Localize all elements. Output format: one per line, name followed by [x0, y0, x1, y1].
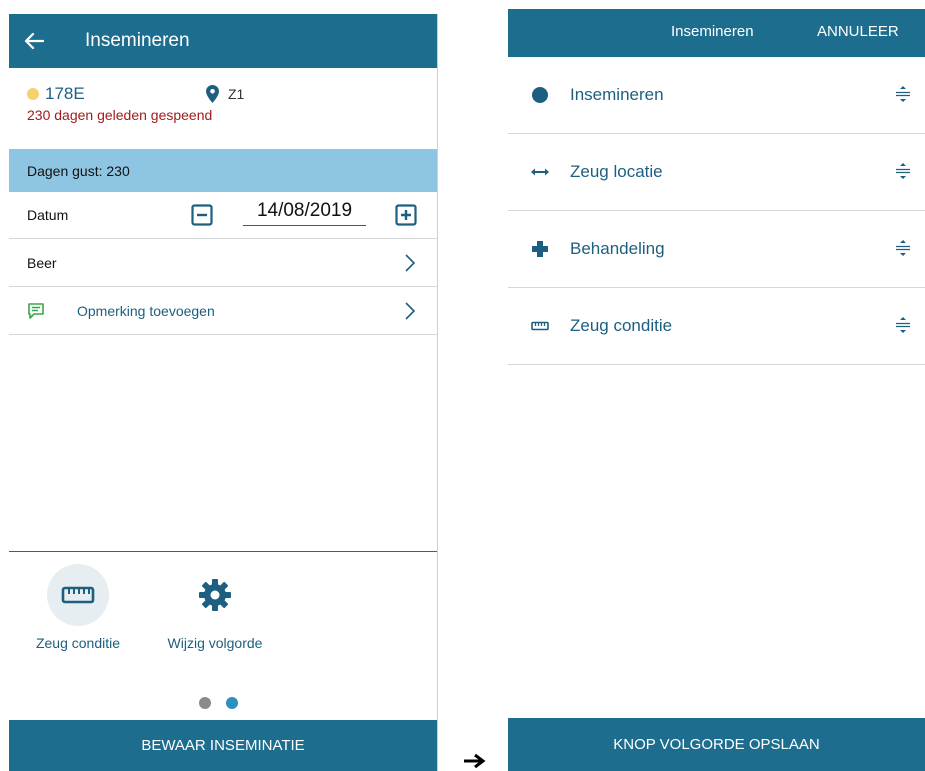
reorder-item-insemineren[interactable]: Insemineren [508, 57, 925, 134]
add-comment-row[interactable]: Opmerking toevoegen [9, 287, 437, 335]
divider [9, 551, 437, 552]
location-label: Z1 [228, 86, 245, 102]
animal-info: 178E Z1 230 dagen geleden gespeend [9, 68, 437, 133]
plus-cross-icon [532, 241, 548, 257]
boar-label: Beer [27, 254, 57, 271]
animal-location: Z1 [206, 82, 244, 106]
change-order-circle [184, 564, 246, 626]
drag-handle-icon[interactable] [895, 163, 911, 179]
reorder-item-label: Behandeling [570, 239, 665, 258]
cancel-button[interactable]: ANNULEER [817, 23, 899, 40]
ruler-icon [531, 321, 549, 331]
status-dot [27, 88, 39, 100]
arrow-left-icon [24, 32, 44, 50]
date-row: Datum 14/08/2019 [9, 192, 437, 239]
reorder-item-label: Zeug conditie [570, 316, 673, 335]
drag-handle-icon[interactable] [895, 317, 911, 333]
reorder-item-label: Insemineren [570, 85, 664, 104]
minus-square-icon[interactable] [191, 204, 213, 226]
back-button[interactable] [9, 14, 59, 68]
insemination-screen: Insemineren 178E Z1 230 dagen geleden ge… [9, 14, 438, 771]
filled-circle-icon [532, 87, 548, 103]
sow-condition-action[interactable]: Zeug conditie [23, 564, 133, 651]
gear-icon [199, 579, 231, 611]
transition-arrow-icon [464, 753, 486, 769]
boar-row[interactable]: Beer [9, 239, 437, 287]
weaned-text: 230 dagen geleden gespeend [27, 107, 213, 123]
chevron-right-icon [405, 302, 416, 320]
save-order-button[interactable]: KNOP VOLGORDE OPSLAAN [508, 718, 925, 771]
ruler-icon [61, 586, 95, 604]
chevron-right-icon [405, 254, 416, 272]
location-pin-icon [206, 85, 219, 103]
reorder-item-label: Zeug locatie [570, 162, 663, 181]
root: Insemineren 178E Z1 230 dagen geleden ge… [0, 0, 925, 771]
animal-code: 178E [45, 84, 85, 103]
date-field[interactable]: 14/08/2019 [243, 200, 366, 226]
change-order-action[interactable]: Wijzig volgorde [150, 564, 280, 651]
reorder-item-zeug-conditie[interactable]: Zeug conditie [508, 288, 925, 365]
page-indicator [199, 697, 238, 709]
double-arrow-icon [531, 168, 549, 176]
page-dot-1[interactable] [199, 697, 211, 709]
app-bar: Insemineren [9, 14, 437, 68]
reorder-app-bar: Insemineren ANNULEER [508, 9, 925, 57]
save-insemination-button[interactable]: BEWAAR INSEMINATIE [9, 720, 437, 771]
add-comment-label: Opmerking toevoegen [77, 302, 215, 319]
gust-days-bar: Dagen gust: 230 [9, 149, 437, 192]
change-order-label: Wijzig volgorde [167, 635, 263, 651]
reorder-item-zeug-locatie[interactable]: Zeug locatie [508, 134, 925, 211]
reorder-item-behandeling[interactable]: Behandeling [508, 211, 925, 288]
drag-handle-icon[interactable] [895, 240, 911, 256]
date-label: Datum [27, 207, 69, 223]
drag-handle-icon[interactable] [895, 86, 911, 102]
page-dot-2[interactable] [226, 697, 238, 709]
sow-condition-circle [47, 564, 109, 626]
reorder-title: Insemineren [671, 23, 754, 40]
reorder-screen: Insemineren ANNULEER Insemineren Zeug lo… [508, 9, 925, 771]
page-title: Insemineren [85, 30, 190, 51]
plus-square-icon[interactable] [395, 204, 417, 226]
comment-icon [28, 302, 44, 319]
sow-condition-label: Zeug conditie [35, 635, 121, 651]
